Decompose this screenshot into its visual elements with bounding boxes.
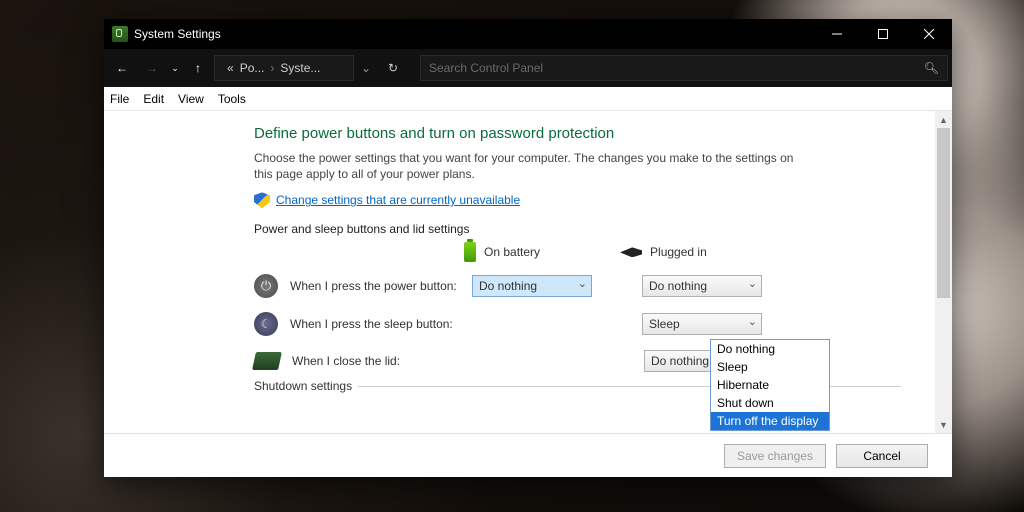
dropdown-option-hibernate[interactable]: Hibernate — [711, 376, 829, 394]
battery-header-label: On battery — [484, 245, 540, 259]
search-icon[interactable]: 🔍︎ — [924, 61, 939, 75]
crumb-overflow: « — [227, 61, 234, 75]
chevron-right-icon: › — [270, 61, 274, 75]
dropdown-option-turn-off-display[interactable]: Turn off the display — [711, 412, 829, 430]
app-icon — [112, 26, 128, 42]
menu-edit[interactable]: Edit — [143, 92, 164, 106]
plugged-header-label: Plugged in — [650, 245, 707, 259]
dialog-footer: Save changes Cancel — [104, 433, 952, 477]
sleep-button-icon — [254, 312, 278, 336]
page-heading: Define power buttons and turn on passwor… — [254, 125, 901, 142]
dropdown-option-sleep[interactable]: Sleep — [711, 358, 829, 376]
plug-icon — [620, 247, 642, 257]
dropdown-option-shut-down[interactable]: Shut down — [711, 394, 829, 412]
crumb-seg-2[interactable]: Syste... — [280, 61, 320, 75]
search-input[interactable] — [429, 61, 918, 75]
address-dropdown-icon[interactable]: ⌄ — [356, 61, 376, 75]
maximize-button[interactable] — [860, 19, 906, 49]
section-shutdown-settings: Shutdown settings — [254, 379, 358, 393]
power-button-label: When I press the power button: — [290, 279, 460, 293]
scroll-down-icon[interactable]: ▼ — [935, 416, 952, 433]
address-breadcrumb[interactable]: « Po... › Syste... — [214, 55, 354, 81]
lid-label: When I close the lid: — [292, 354, 462, 368]
change-unavailable-settings-link[interactable]: Change settings that are currently unava… — [276, 193, 520, 207]
close-button[interactable] — [906, 19, 952, 49]
lid-icon — [252, 352, 282, 370]
menu-bar: File Edit View Tools — [104, 87, 952, 111]
power-button-battery-combo[interactable]: Do nothing — [472, 275, 592, 297]
power-button-battery-dropdown[interactable]: Do nothing Sleep Hibernate Shut down Tur… — [710, 339, 830, 431]
page-description: Choose the power settings that you want … — [254, 150, 814, 182]
nav-up-icon[interactable]: ↑ — [184, 54, 212, 82]
search-box[interactable]: 🔍︎ — [420, 55, 948, 81]
save-changes-button[interactable]: Save changes — [724, 444, 826, 468]
menu-file[interactable]: File — [110, 92, 129, 106]
nav-back-icon[interactable]: ← — [108, 54, 136, 82]
column-header-battery: On battery — [464, 242, 540, 262]
power-button-icon — [254, 274, 278, 298]
system-settings-window: System Settings ← → ⌄ ↑ « Po... › Syste.… — [104, 19, 952, 477]
battery-icon — [464, 242, 476, 262]
sleep-button-plugged-combo[interactable]: Sleep — [642, 313, 762, 335]
dropdown-option-do-nothing[interactable]: Do nothing — [711, 340, 829, 358]
nav-forward-icon[interactable]: → — [138, 54, 166, 82]
titlebar[interactable]: System Settings — [104, 19, 952, 49]
refresh-icon[interactable]: ↻ — [378, 61, 408, 75]
scroll-track[interactable] — [935, 128, 952, 416]
navigation-bar: ← → ⌄ ↑ « Po... › Syste... ⌄ ↻ 🔍︎ — [104, 49, 952, 87]
power-button-plugged-combo[interactable]: Do nothing — [642, 275, 762, 297]
window-title: System Settings — [134, 27, 221, 41]
section-power-sleep-lid: Power and sleep buttons and lid settings — [254, 222, 901, 236]
shield-icon — [254, 192, 270, 208]
cancel-button[interactable]: Cancel — [836, 444, 928, 468]
sleep-button-label: When I press the sleep button: — [290, 317, 460, 331]
minimize-button[interactable] — [814, 19, 860, 49]
vertical-scrollbar[interactable]: ▲ ▼ — [935, 111, 952, 433]
menu-tools[interactable]: Tools — [218, 92, 246, 106]
scroll-thumb[interactable] — [937, 128, 950, 298]
nav-recent-dropdown-icon[interactable]: ⌄ — [168, 54, 182, 82]
column-header-plugged: Plugged in — [620, 242, 707, 262]
scroll-up-icon[interactable]: ▲ — [935, 111, 952, 128]
menu-view[interactable]: View — [178, 92, 204, 106]
crumb-seg-1[interactable]: Po... — [240, 61, 265, 75]
